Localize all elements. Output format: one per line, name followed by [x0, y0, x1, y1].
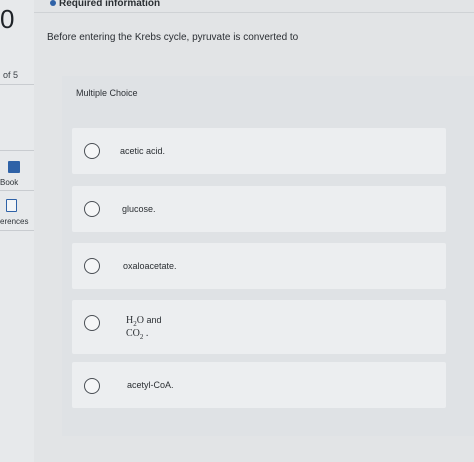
answer-option-label: glucose.	[122, 204, 156, 214]
answer-radio[interactable]	[84, 258, 100, 274]
references-button[interactable]: erences	[0, 199, 34, 226]
question-content: Required information Before entering the…	[34, 0, 474, 462]
answer-radio[interactable]	[84, 315, 100, 331]
formula-joiner: and	[146, 315, 162, 325]
question-number: 0	[0, 4, 15, 34]
required-information-tab[interactable]: Required information	[59, 0, 160, 9]
sidebar-divider	[0, 190, 34, 191]
ebook-button[interactable]: Book	[0, 160, 34, 187]
required-info-indicator	[50, 0, 56, 6]
formula-subscript: 2	[139, 333, 144, 341]
answer-radio[interactable]	[84, 143, 100, 159]
formula-period: .	[145, 328, 149, 339]
references-icon	[5, 199, 17, 212]
answer-option-label: oxaloacetate.	[123, 261, 177, 271]
sidebar-divider	[0, 230, 34, 231]
formula-symbol: O	[136, 315, 144, 326]
formula-symbol: CO	[126, 328, 140, 339]
question-of-total: of 5	[3, 70, 19, 80]
answer-radio[interactable]	[84, 378, 100, 394]
sidebar-divider	[0, 84, 34, 85]
header-divider	[34, 12, 474, 13]
answer-formula-water: H2O and	[126, 315, 162, 328]
ebook-label: Book	[0, 178, 19, 187]
answer-radio[interactable]	[84, 201, 100, 217]
references-label: erences	[0, 217, 29, 226]
answer-option-label: acetyl-CoA.	[127, 380, 174, 390]
question-prompt: Before entering the Krebs cycle, pyruvat…	[47, 32, 299, 43]
sidebar-divider	[0, 150, 34, 151]
question-type-label: Multiple Choice	[76, 88, 138, 98]
question-sidebar: 0 of 5 Book erences	[0, 0, 34, 462]
book-icon	[8, 161, 20, 173]
answer-option-label: acetic acid.	[120, 146, 166, 156]
answer-formula-carbon-dioxide: CO2 .	[126, 328, 148, 341]
